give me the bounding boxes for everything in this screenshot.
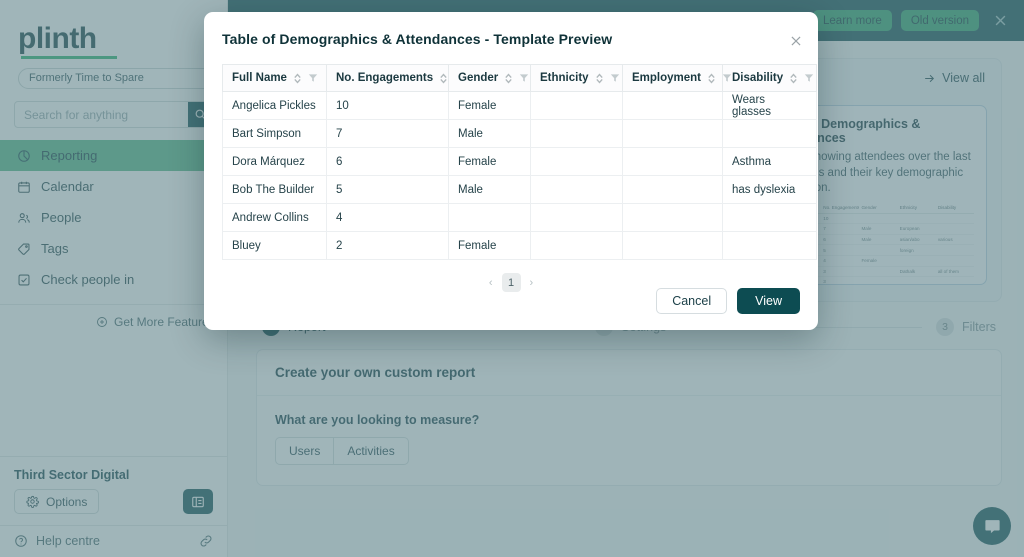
sort-icon xyxy=(505,73,512,83)
table-cell-gender: Female xyxy=(448,231,531,260)
table-cell-gender: Male xyxy=(448,175,531,204)
sort-icon xyxy=(595,73,603,83)
pagination-page-1[interactable]: 1 xyxy=(501,273,521,292)
table-column-header[interactable]: Full Name xyxy=(222,64,327,92)
column-label: Gender xyxy=(458,72,499,84)
table-cell-ethnicity xyxy=(530,231,623,260)
table-cell-disability xyxy=(722,119,817,148)
table-cell-gender: Male xyxy=(448,119,531,148)
table-cell-ethnicity xyxy=(530,203,623,232)
modal-title: Table of Demographics & Attendances - Te… xyxy=(222,31,613,47)
template-preview-modal: Table of Demographics & Attendances - Te… xyxy=(204,12,818,330)
table-cell-ethnicity xyxy=(530,147,623,176)
table-cell-disability: Asthma xyxy=(722,147,817,176)
table-head: Full Name No. Engagements Gender Ethnicity E… xyxy=(222,64,817,92)
table-column-header[interactable]: Gender xyxy=(448,64,531,92)
column-label: Disability xyxy=(732,72,784,84)
column-label: Employment xyxy=(632,72,702,84)
sort-button[interactable] xyxy=(439,73,448,84)
table-cell-gender xyxy=(448,203,531,232)
filter-icon xyxy=(520,74,529,82)
filter-button[interactable] xyxy=(722,73,732,83)
table-row: Bob The Builder 5 Male has dyslexia xyxy=(222,175,817,204)
sort-icon xyxy=(708,73,715,83)
table-header-row: Full Name No. Engagements Gender Ethnicity E… xyxy=(222,64,817,92)
table-cell-full-name: Bart Simpson xyxy=(222,119,327,148)
table-cell-ethnicity xyxy=(530,119,623,148)
table-cell-employment xyxy=(622,231,723,260)
table-column-header[interactable]: No. Engagements xyxy=(326,64,449,92)
table-cell-engagements: 2 xyxy=(326,231,449,260)
close-icon xyxy=(791,36,801,46)
table-body: Angelica Pickles 10 Female Wears glasses Bar… xyxy=(222,91,817,260)
table-row: Dora Márquez 6 Female Asthma xyxy=(222,147,817,176)
pagination-prev-button[interactable]: ‹ xyxy=(489,277,493,289)
sort-button[interactable] xyxy=(707,73,716,84)
filter-button[interactable] xyxy=(804,73,814,83)
column-label: Full Name xyxy=(232,72,287,84)
table-cell-full-name: Andrew Collins xyxy=(222,203,327,232)
table-cell-engagements: 5 xyxy=(326,175,449,204)
table-cell-disability: Wears glasses xyxy=(722,91,817,120)
table-cell-employment xyxy=(622,175,723,204)
table-column-header[interactable]: Employment xyxy=(622,64,732,92)
table-cell-gender: Female xyxy=(448,91,531,120)
table-row: Andrew Collins 4 xyxy=(222,203,817,232)
modal-close-button[interactable] xyxy=(787,32,805,50)
demographics-table: Full Name No. Engagements Gender Ethnicity E… xyxy=(222,64,817,260)
column-label: No. Engagements xyxy=(336,72,434,84)
sort-button[interactable] xyxy=(789,73,798,84)
table-cell-employment xyxy=(622,147,723,176)
sort-icon xyxy=(440,73,447,83)
filter-icon xyxy=(308,74,318,82)
table-cell-disability xyxy=(722,231,817,260)
filter-button[interactable] xyxy=(519,73,529,83)
sort-button[interactable] xyxy=(595,73,604,84)
sort-icon xyxy=(294,73,301,83)
table-column-header[interactable]: Disability xyxy=(722,64,817,92)
table-cell-full-name: Bluey xyxy=(222,231,327,260)
filter-icon xyxy=(610,74,619,82)
modal-actions: Cancel View xyxy=(656,288,800,314)
pagination-next-button[interactable]: › xyxy=(530,277,534,289)
table-cell-employment xyxy=(622,203,723,232)
table-cell-full-name: Bob The Builder xyxy=(222,175,327,204)
table-cell-employment xyxy=(622,119,723,148)
sort-button[interactable] xyxy=(293,73,302,84)
filter-button[interactable] xyxy=(610,73,620,83)
table-cell-engagements: 7 xyxy=(326,119,449,148)
table-cell-ethnicity xyxy=(530,91,623,120)
table-cell-disability xyxy=(722,203,817,232)
sort-icon xyxy=(790,73,797,83)
filter-icon xyxy=(722,74,732,82)
table-cell-ethnicity xyxy=(530,175,623,204)
filter-button[interactable] xyxy=(308,73,318,83)
table-cell-full-name: Dora Márquez xyxy=(222,147,327,176)
table-cell-full-name: Angelica Pickles xyxy=(222,91,327,120)
column-label: Ethnicity xyxy=(540,72,589,84)
table-cell-engagements: 10 xyxy=(326,91,449,120)
app-root: plinth Formerly Time to Spare xyxy=(0,0,1024,557)
filter-icon xyxy=(804,74,814,82)
cancel-button[interactable]: Cancel xyxy=(656,288,728,314)
table-column-header[interactable]: Ethnicity xyxy=(530,64,623,92)
table-cell-gender: Female xyxy=(448,147,531,176)
table-row: Bart Simpson 7 Male xyxy=(222,119,817,148)
table-cell-employment xyxy=(622,91,723,120)
sort-button[interactable] xyxy=(504,73,513,84)
table-cell-engagements: 6 xyxy=(326,147,449,176)
table-cell-engagements: 4 xyxy=(326,203,449,232)
table-cell-disability: has dyslexia xyxy=(722,175,817,204)
table-row: Bluey 2 Female xyxy=(222,231,817,260)
table-row: Angelica Pickles 10 Female Wears glasses xyxy=(222,91,817,120)
view-button[interactable]: View xyxy=(737,288,800,314)
